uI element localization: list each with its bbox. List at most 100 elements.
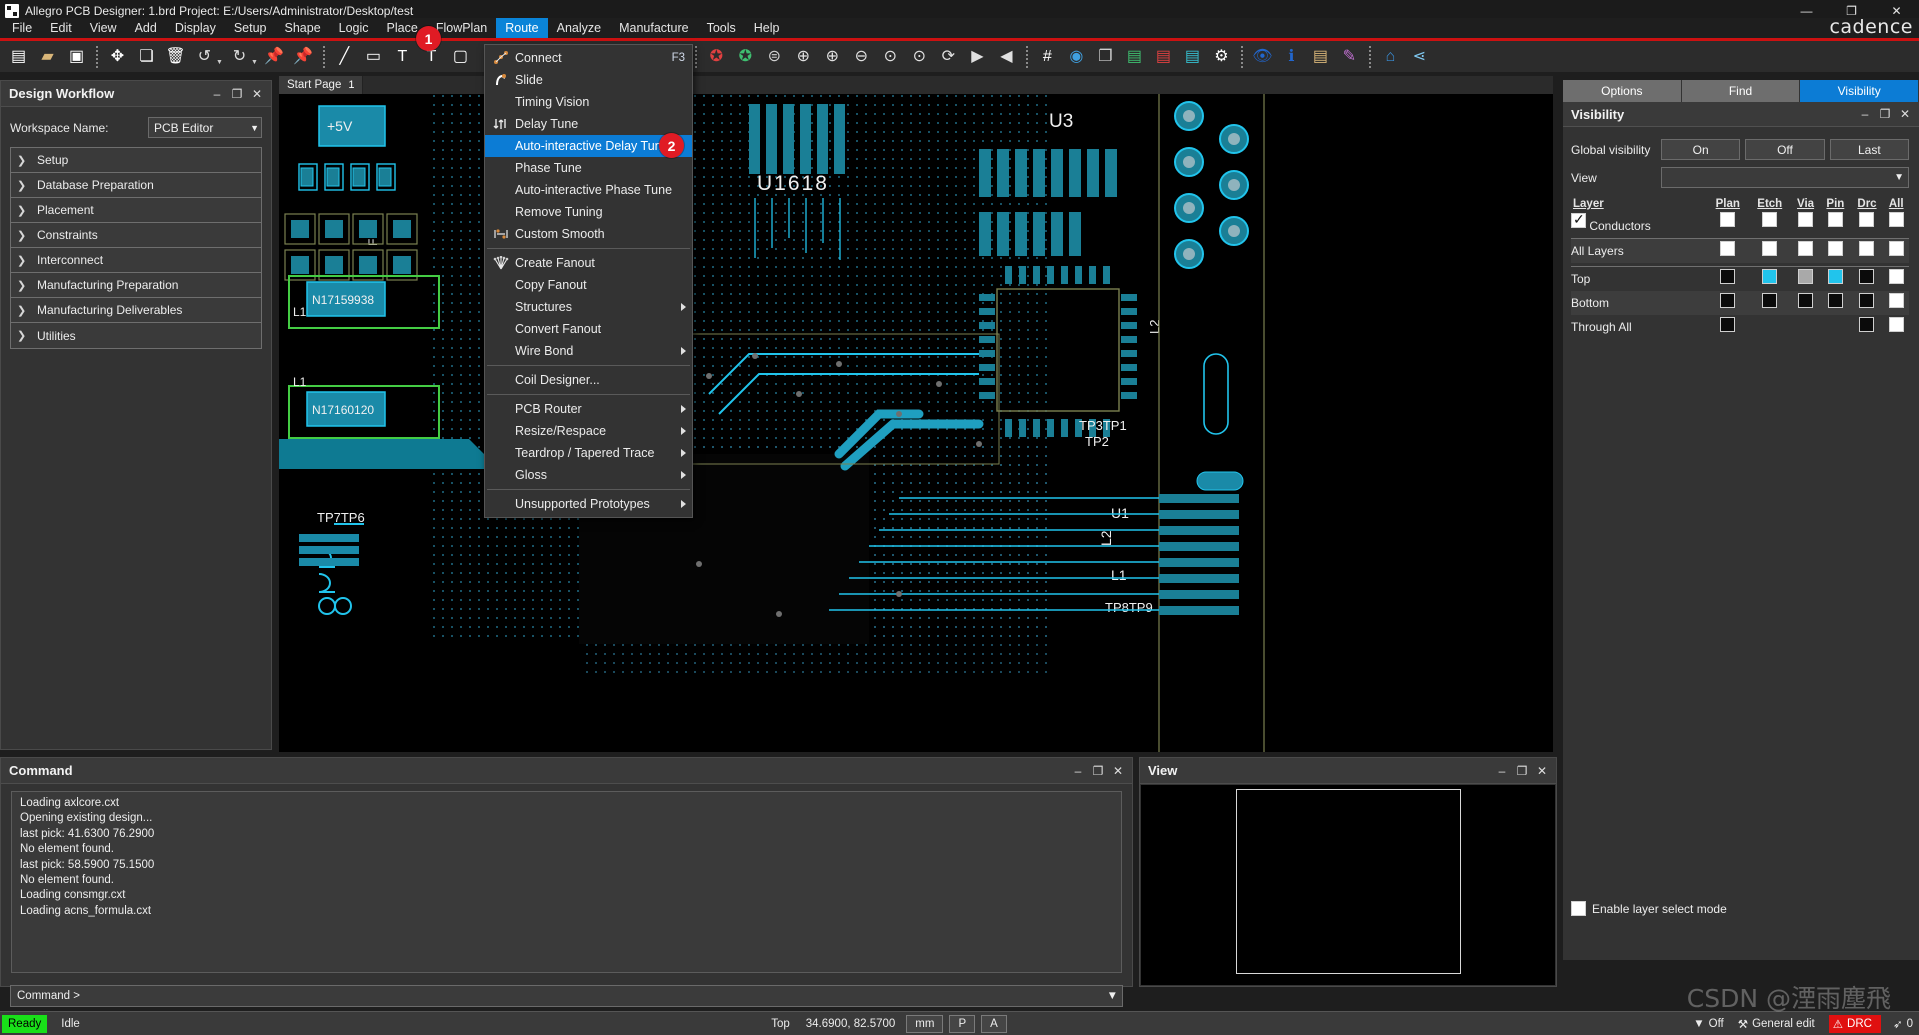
visibility-cell-etch[interactable] bbox=[1762, 240, 1778, 256]
next-view-icon[interactable]: ◀ bbox=[994, 44, 1019, 69]
move-icon[interactable]: ✥ bbox=[105, 44, 130, 69]
element-info-icon[interactable]: ℹ bbox=[1279, 44, 1304, 69]
dw-minimize-icon[interactable]: ‒ bbox=[207, 84, 227, 104]
route-menu-item-wire-bond[interactable]: Wire Bond bbox=[485, 340, 692, 362]
visibility-cell-etch[interactable] bbox=[1762, 293, 1778, 308]
drc-green-icon[interactable]: ✪ bbox=[733, 44, 758, 69]
menu-item-route[interactable]: Route bbox=[496, 18, 548, 38]
visibility-cell-plan[interactable] bbox=[1720, 293, 1736, 308]
workflow-item-placement[interactable]: ❯ Placement bbox=[11, 198, 261, 223]
dw-close-icon[interactable]: ✕ bbox=[247, 84, 267, 104]
colorize-icon[interactable]: ✎ bbox=[1337, 44, 1362, 69]
report-gear-icon[interactable]: ⚙ bbox=[1209, 44, 1234, 69]
add-rect-icon[interactable]: ▢ bbox=[448, 44, 473, 69]
route-menu-item-resize-respace[interactable]: Resize/Respace bbox=[485, 420, 692, 442]
menu-item-setup[interactable]: Setup bbox=[225, 18, 276, 38]
route-menu-item-copy-fanout[interactable]: Copy Fanout bbox=[485, 274, 692, 296]
visibility-cell-pin[interactable] bbox=[1827, 240, 1843, 256]
workflow-item-manufacturing-deliverables[interactable]: ❯ Manufacturing Deliverables bbox=[11, 298, 261, 323]
cmd-close-icon[interactable]: ✕ bbox=[1108, 761, 1128, 781]
color-wheel-icon[interactable]: ◉ bbox=[1064, 44, 1089, 69]
route-menu-item-remove-tuning[interactable]: Remove Tuning bbox=[485, 201, 692, 223]
pcb-drawing[interactable]: +5V FB1 bbox=[279, 94, 1553, 752]
tab-start-page[interactable]: Start Page 1 bbox=[279, 76, 364, 94]
global-visibility-last-button[interactable]: Last bbox=[1829, 139, 1909, 160]
route-menu-item-teardrop-tapered-trace[interactable]: Teardrop / Tapered Trace bbox=[485, 442, 692, 464]
visibility-cell-all[interactable] bbox=[1888, 317, 1904, 332]
layer-select-checkbox[interactable] bbox=[1571, 901, 1586, 916]
route-menu-item-phase-tune[interactable]: Phase Tune bbox=[485, 157, 692, 179]
conductors-checkbox[interactable] bbox=[1571, 211, 1586, 228]
add-shape-icon[interactable]: ▭ bbox=[361, 44, 386, 69]
visibility-cell-pin[interactable] bbox=[1827, 293, 1843, 308]
home-icon[interactable]: ⌂ bbox=[1378, 44, 1403, 69]
status-mode-a[interactable]: A bbox=[981, 1014, 1007, 1033]
drc-red-icon[interactable]: ✪ bbox=[704, 44, 729, 69]
view-minimize-icon[interactable]: ‒ bbox=[1492, 761, 1512, 781]
visibility-cell-drc[interactable] bbox=[1859, 212, 1875, 227]
report2-icon[interactable]: ▤ bbox=[1180, 44, 1205, 69]
visibility-cell-via[interactable] bbox=[1798, 269, 1814, 284]
unpin-icon[interactable]: 📌 bbox=[291, 44, 316, 69]
route-menu-item-create-fanout[interactable]: Create Fanout bbox=[485, 252, 692, 274]
visibility-cell-drc[interactable] bbox=[1859, 293, 1875, 308]
vis-float-icon[interactable]: ❐ bbox=[1875, 104, 1895, 124]
status-drc-badge[interactable]: ⚠ DRC bbox=[1828, 1014, 1881, 1033]
grid-icon[interactable]: # bbox=[1035, 44, 1060, 69]
visibility-cell-plan[interactable] bbox=[1720, 269, 1736, 284]
menu-item-add[interactable]: Add bbox=[126, 18, 166, 38]
prev-view-icon[interactable]: ▶ bbox=[965, 44, 990, 69]
pcb-canvas[interactable]: +5V FB1 bbox=[279, 76, 1553, 752]
route-menu-item-convert-fanout[interactable]: Convert Fanout bbox=[485, 318, 692, 340]
stackup-icon[interactable]: ▤ bbox=[1122, 44, 1147, 69]
new-file-icon[interactable]: ▤ bbox=[6, 44, 31, 69]
show-element-icon[interactable]: 👁 bbox=[1250, 44, 1275, 69]
visibility-cell-via[interactable] bbox=[1798, 293, 1814, 308]
workflow-item-interconnect[interactable]: ❯ Interconnect bbox=[11, 248, 261, 273]
vis-close-icon[interactable]: ✕ bbox=[1895, 104, 1915, 124]
visibility-cell-via[interactable] bbox=[1798, 212, 1814, 227]
status-mode-p[interactable]: P bbox=[949, 1014, 976, 1033]
workflow-item-setup[interactable]: ❯ Setup bbox=[11, 148, 261, 173]
menu-item-edit[interactable]: Edit bbox=[41, 18, 81, 38]
menu-item-view[interactable]: View bbox=[81, 18, 126, 38]
visibility-cell-all[interactable] bbox=[1888, 212, 1904, 227]
cmd-float-icon[interactable]: ❐ bbox=[1088, 761, 1108, 781]
cmd-minimize-icon[interactable]: ‒ bbox=[1068, 761, 1088, 781]
route-menu-item-unsupported-prototypes[interactable]: Unsupported Prototypes bbox=[485, 493, 692, 515]
zoom-out-icon[interactable]: ⊖ bbox=[849, 44, 874, 69]
route-menu-item-pcb-router[interactable]: PCB Router bbox=[485, 398, 692, 420]
copy-icon[interactable]: ❏ bbox=[134, 44, 159, 69]
add-line-icon[interactable]: ╱ bbox=[332, 44, 357, 69]
route-menu-item-timing-vision[interactable]: Timing Vision bbox=[485, 91, 692, 113]
route-menu-item-custom-smooth[interactable]: Custom Smooth bbox=[485, 223, 692, 245]
visibility-cell-plan[interactable] bbox=[1720, 317, 1736, 332]
visibility-cell-plan[interactable] bbox=[1720, 240, 1736, 256]
visibility-cell-drc[interactable] bbox=[1859, 269, 1875, 284]
undo-icon[interactable]: ↺ bbox=[192, 44, 217, 69]
workflow-item-utilities[interactable]: ❯ Utilities bbox=[11, 323, 261, 348]
view-thumbnail[interactable] bbox=[1141, 785, 1555, 985]
chevron-down-icon[interactable]: ▼ bbox=[1107, 990, 1118, 1002]
visibility-cell-pin[interactable] bbox=[1827, 212, 1843, 227]
redo-icon[interactable]: ↻ bbox=[227, 44, 252, 69]
view-extent-rectangle[interactable] bbox=[1236, 789, 1461, 974]
redraw-icon[interactable]: ⟳ bbox=[936, 44, 961, 69]
status-units[interactable]: mm bbox=[906, 1014, 944, 1033]
view-select[interactable]: ▼ bbox=[1661, 167, 1909, 188]
route-menu-item-delay-tune[interactable]: Delay Tune bbox=[485, 113, 692, 135]
visibility-cell-etch[interactable] bbox=[1762, 212, 1778, 227]
redo-dropdown-caret[interactable]: ▼ bbox=[251, 59, 258, 72]
zoom-region-icon[interactable]: ⊙ bbox=[878, 44, 903, 69]
delete-icon[interactable]: 🗑 bbox=[163, 44, 188, 69]
layers-dup-icon[interactable]: ❐ bbox=[1093, 44, 1118, 69]
tab-visibility[interactable]: Visibility bbox=[1800, 80, 1919, 102]
menu-item-display[interactable]: Display bbox=[166, 18, 225, 38]
workflow-item-constraints[interactable]: ❯ Constraints bbox=[11, 223, 261, 248]
global-visibility-off-button[interactable]: Off bbox=[1745, 139, 1825, 160]
visibility-cell-all[interactable] bbox=[1888, 269, 1904, 284]
visibility-cell-via[interactable] bbox=[1798, 240, 1814, 256]
visibility-cell-drc[interactable] bbox=[1859, 317, 1875, 332]
pin-icon[interactable]: 📌 bbox=[262, 44, 287, 69]
visibility-cell-pin[interactable] bbox=[1827, 269, 1843, 284]
